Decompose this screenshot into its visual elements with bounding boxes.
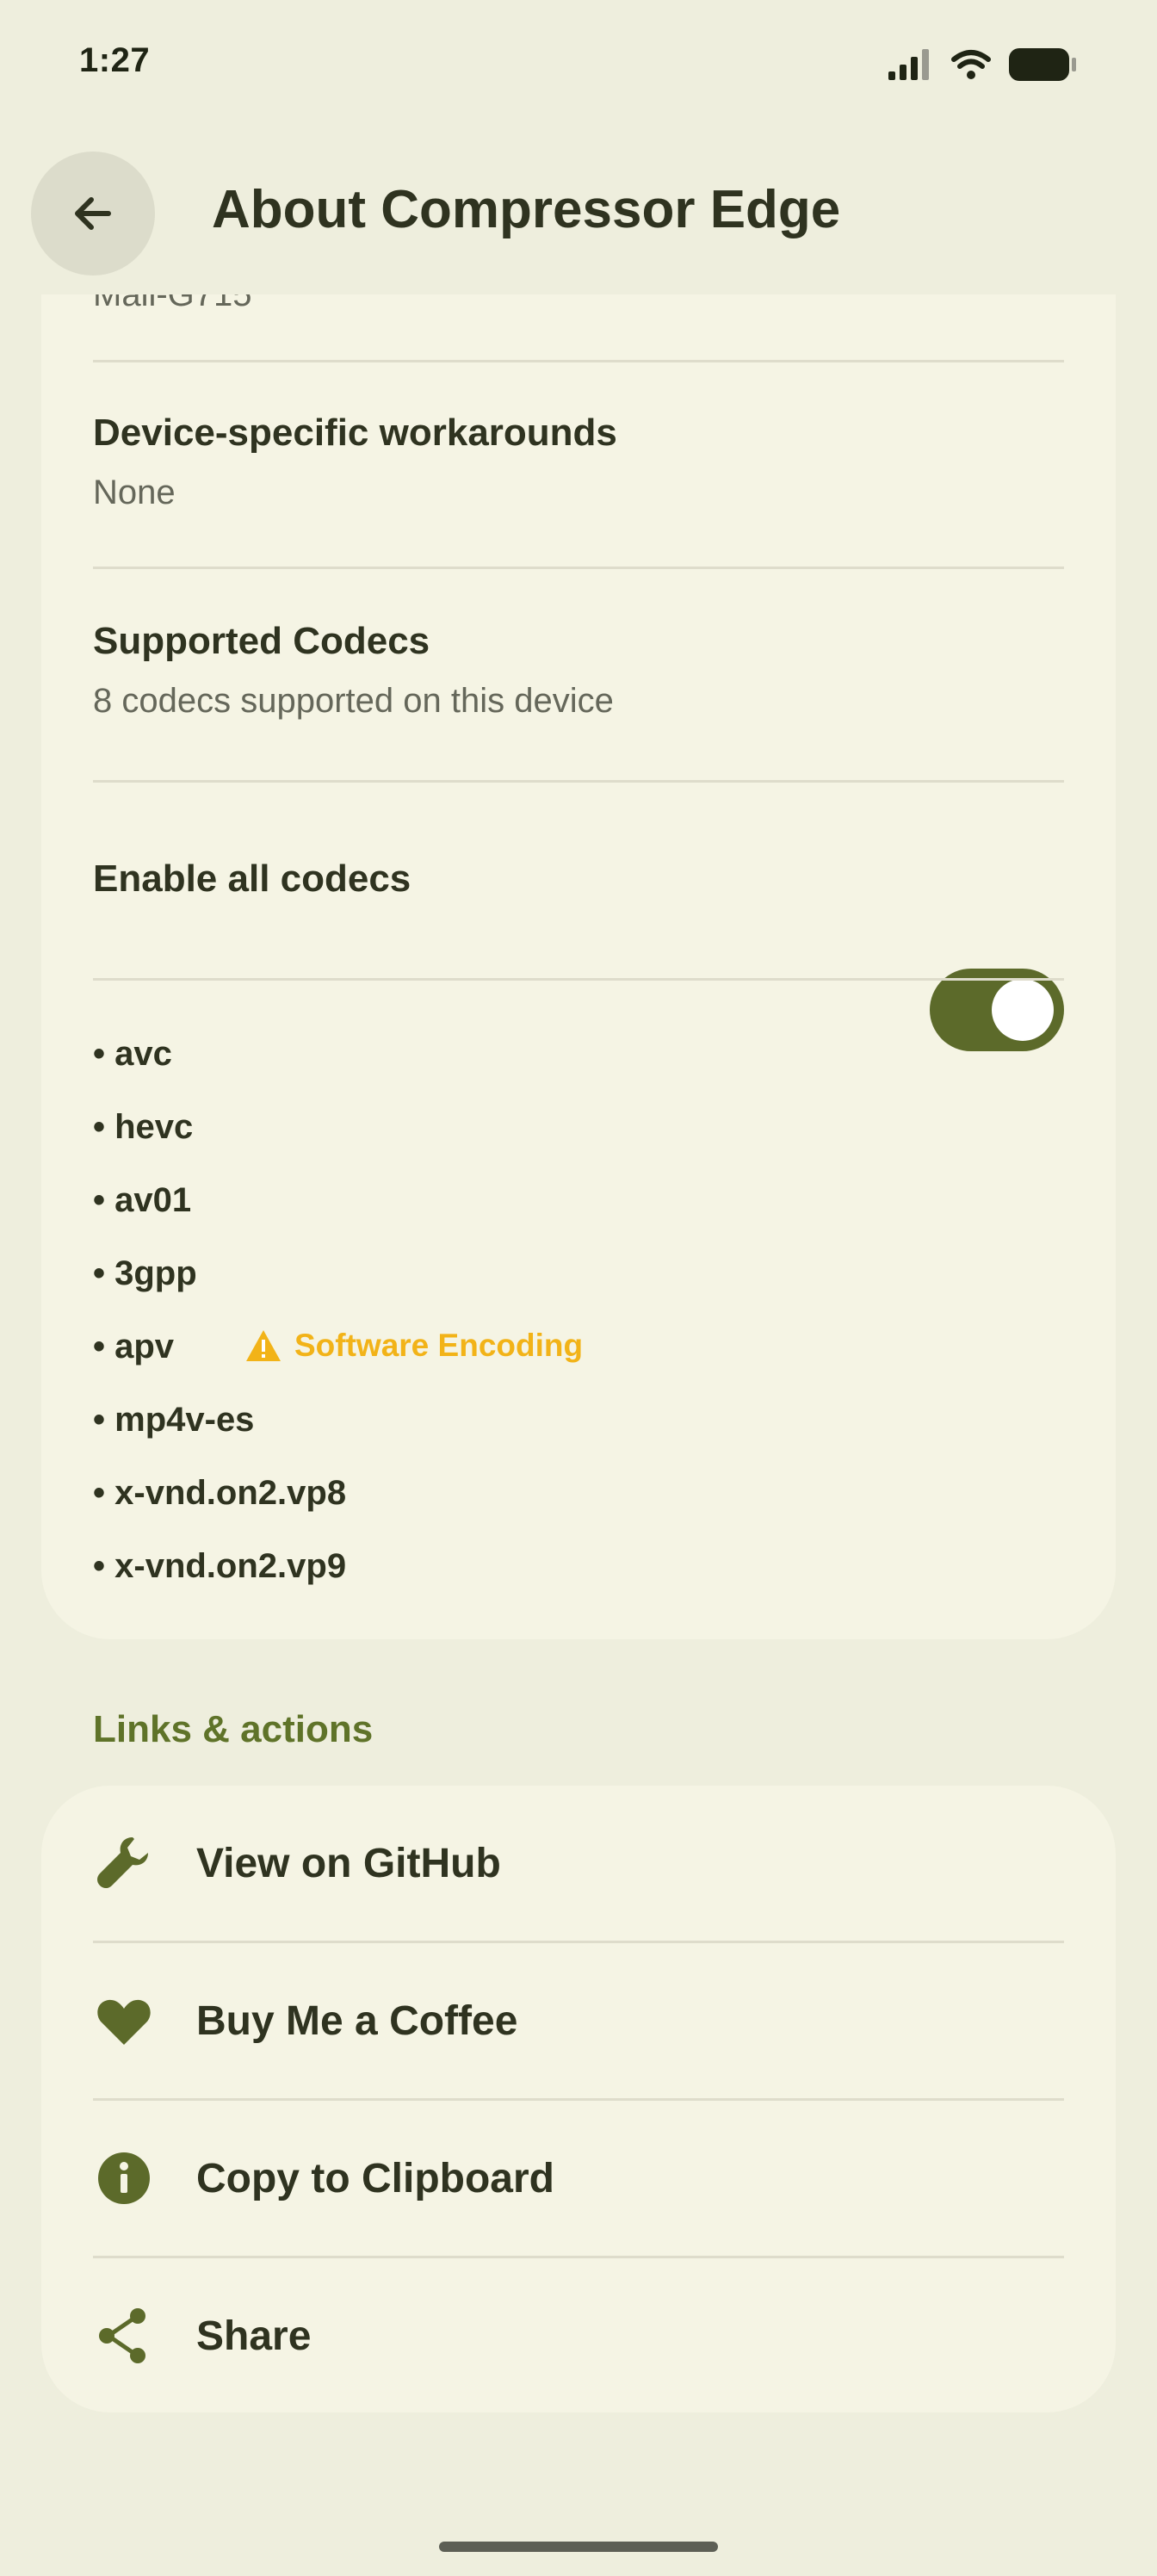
buy-me-a-coffee-button[interactable]: Buy Me a Coffee (93, 1943, 1064, 2098)
codec-item: • x-vnd.on2.vp9 (93, 1547, 347, 1585)
codec-item: • hevc (93, 1108, 194, 1146)
codec-item: • av01 (93, 1181, 192, 1219)
back-button[interactable] (31, 152, 155, 276)
warning-icon (246, 1330, 281, 1361)
codec-item: • x-vnd.on2.vp8 (93, 1474, 347, 1512)
copy-to-clipboard-button[interactable]: Copy to Clipboard (93, 2101, 1064, 2256)
divider (93, 360, 1064, 362)
wifi-icon (951, 50, 991, 79)
status-time: 1:27 (79, 41, 151, 79)
view-on-github-button[interactable]: View on GitHub (93, 1786, 1064, 1941)
home-indicator[interactable] (439, 2542, 718, 2552)
divider (93, 780, 1064, 783)
codec-item: • apv (93, 1328, 175, 1365)
status-bar: 1:27 (0, 0, 1157, 129)
share-icon (93, 2305, 155, 2367)
divider (93, 567, 1064, 569)
info-icon (93, 2147, 155, 2209)
link-label: Buy Me a Coffee (196, 1997, 518, 2044)
warning-text: Software Encoding (294, 1328, 584, 1363)
link-label: Copy to Clipboard (196, 2155, 554, 2201)
supported-codecs-row: Supported Codecs 8 codecs supported on t… (93, 620, 1064, 721)
heart-icon (93, 1990, 155, 2052)
software-encoding-warning: Software Encoding (244, 1328, 583, 1364)
workarounds-value: None (93, 474, 176, 511)
enable-all-codecs-row[interactable]: Enable all codecs (93, 858, 1064, 901)
battery-icon (1009, 48, 1076, 81)
wrench-icon (93, 1832, 155, 1894)
workarounds-row: Device-specific workarounds None (93, 412, 1064, 512)
device-info-card: Mali-G715 Device-specific workarounds No… (41, 129, 1116, 1639)
arrow-left-icon (75, 197, 111, 230)
links-section-label: Links & actions (93, 1708, 374, 1750)
codec-item: • avc (93, 1035, 172, 1073)
page-title: About Compressor Edge (212, 180, 841, 239)
workarounds-title: Device-specific workarounds (93, 412, 617, 454)
share-button[interactable]: Share (93, 2258, 1064, 2413)
signal-icon (888, 49, 929, 80)
link-label: Share (196, 2313, 312, 2359)
enable-all-codecs-label: Enable all codecs (93, 858, 411, 900)
supported-codecs-title: Supported Codecs (93, 620, 430, 662)
status-icons (887, 46, 1078, 83)
toggle-knob (992, 979, 1054, 1041)
codec-item: • 3gpp (93, 1254, 197, 1292)
divider (93, 978, 1064, 981)
codec-item: • mp4v-es (93, 1401, 255, 1439)
supported-codecs-subtitle: 8 codecs supported on this device (93, 682, 614, 720)
enable-all-codecs-toggle[interactable] (930, 969, 1064, 1051)
app-bar: About Compressor Edge (0, 129, 1157, 294)
links-card: View on GitHub Buy Me a Coffee Copy to C… (41, 1786, 1116, 2412)
link-label: View on GitHub (196, 1840, 501, 1886)
